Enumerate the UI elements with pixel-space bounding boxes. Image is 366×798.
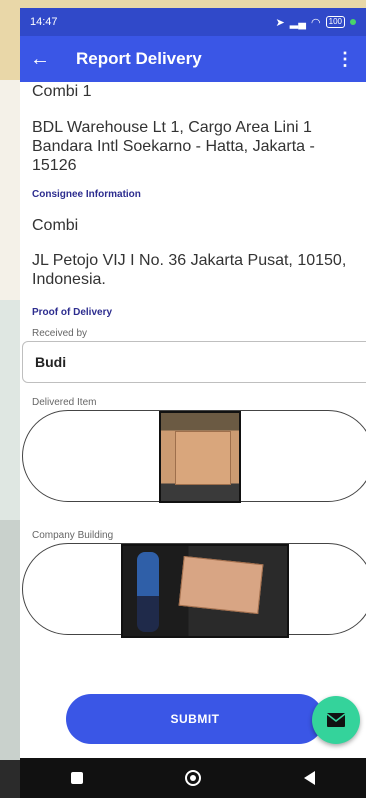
system-nav-bar bbox=[20, 758, 366, 798]
home-icon[interactable] bbox=[185, 770, 202, 786]
notification-dot bbox=[350, 19, 356, 25]
app-bar: ← Report Delivery ⋮ bbox=[20, 36, 366, 82]
consignee-heading: Consignee Information bbox=[32, 189, 141, 200]
consignee-name: Combi bbox=[32, 217, 79, 234]
company-building-photo-field[interactable] bbox=[22, 543, 366, 638]
shipper-name: Combi 1 bbox=[32, 83, 92, 100]
company-building-photo[interactable] bbox=[121, 544, 289, 638]
back-nav-icon[interactable] bbox=[303, 771, 315, 785]
consignee-address: JL Petojo VIJ I No. 36 Jakarta Pusat, 10… bbox=[32, 252, 347, 288]
mail-fab-button[interactable] bbox=[312, 696, 360, 744]
proof-heading: Proof of Delivery bbox=[32, 307, 113, 318]
recents-icon[interactable] bbox=[71, 772, 84, 784]
mail-icon bbox=[326, 713, 346, 727]
received-by-label: Received by bbox=[32, 328, 88, 339]
signal-icon: ▂▄ bbox=[289, 16, 307, 29]
company-building-label: Company Building bbox=[32, 530, 114, 541]
report-form[interactable]: Combi 1 BDL Warehouse Lt 1, Cargo Area L… bbox=[20, 82, 366, 768]
more-vert-icon[interactable]: ⋮ bbox=[336, 49, 354, 70]
crate-image bbox=[178, 555, 264, 615]
desktop-background-left bbox=[0, 0, 20, 798]
phone-screen: 14:47 ➤ ▂▄ ◠ 100 ← Report Delivery ⋮ Com… bbox=[20, 8, 366, 798]
delivered-item-photo-field[interactable] bbox=[22, 410, 366, 503]
back-arrow-icon[interactable]: ← bbox=[30, 48, 64, 71]
location-icon: ➤ bbox=[275, 16, 285, 29]
shipper-address: BDL Warehouse Lt 1, Cargo Area Lini 1 Ba… bbox=[32, 119, 315, 174]
received-by-input[interactable]: Budi bbox=[22, 341, 366, 383]
submit-button[interactable]: SUBMIT bbox=[66, 694, 324, 744]
person-image bbox=[137, 552, 159, 632]
status-time: 14:47 bbox=[30, 16, 58, 28]
battery-indicator: 100 bbox=[325, 16, 345, 28]
delivered-item-label: Delivered Item bbox=[32, 397, 97, 408]
status-icons: ➤ ▂▄ ◠ 100 bbox=[276, 16, 356, 29]
crate-image bbox=[175, 431, 231, 485]
page-title: Report Delivery bbox=[76, 49, 202, 68]
status-bar: 14:47 ➤ ▂▄ ◠ 100 bbox=[20, 8, 366, 36]
wifi-icon: ◠ bbox=[311, 16, 321, 29]
delivered-item-photo[interactable] bbox=[159, 411, 241, 503]
